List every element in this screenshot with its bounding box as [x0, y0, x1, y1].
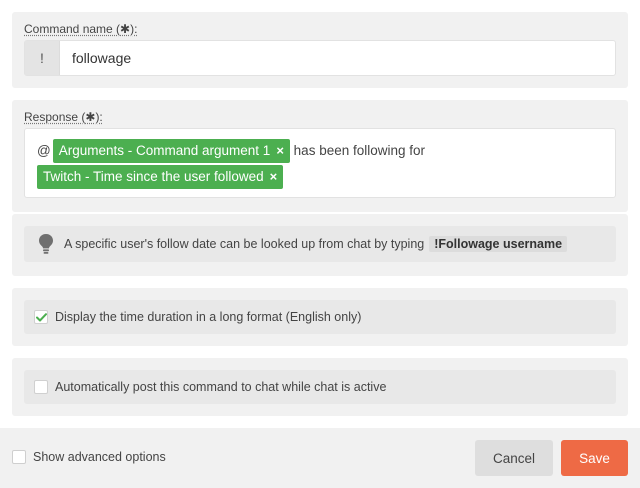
dialog-footer: Show advanced options Cancel Save — [0, 428, 640, 488]
response-editor[interactable]: @ Arguments - Command argument 1 × has bee… — [24, 128, 616, 198]
command-name-label: Command name (✱): — [24, 22, 138, 36]
remove-token-icon[interactable]: × — [270, 169, 278, 184]
required-asterisk: ✱ — [85, 110, 96, 124]
response-middle-text: has been following for — [293, 143, 426, 158]
command-name-value[interactable]: followage — [60, 41, 131, 75]
tip-text: A specific user's follow date can be loo… — [64, 237, 425, 251]
response-section: Response (✱): @ Arguments - Command argum… — [12, 100, 628, 212]
remove-token-icon[interactable]: × — [276, 143, 284, 158]
response-label: Response (✱): — [24, 110, 103, 124]
tip-section: A specific user's follow date can be loo… — [12, 214, 628, 276]
required-asterisk: ✱ — [120, 22, 131, 36]
command-prefix: ! — [25, 41, 60, 75]
long-format-label[interactable]: Display the time duration in a long form… — [55, 310, 361, 324]
long-format-checkbox[interactable] — [34, 310, 48, 324]
command-name-input[interactable]: ! followage — [24, 40, 616, 76]
auto-post-label[interactable]: Automatically post this command to chat … — [55, 380, 386, 394]
long-format-option[interactable]: Display the time duration in a long form… — [24, 300, 616, 334]
tip-command-code: !Followage username — [429, 236, 568, 252]
variable-token-followtime[interactable]: Twitch - Time since the user followed × — [37, 165, 284, 189]
save-button[interactable]: Save — [561, 440, 628, 476]
auto-post-section: Automatically post this command to chat … — [12, 358, 628, 416]
long-format-section: Display the time duration in a long form… — [12, 288, 628, 346]
show-advanced-label[interactable]: Show advanced options — [33, 450, 166, 464]
show-advanced-option[interactable]: Show advanced options — [12, 450, 166, 464]
command-name-section: Command name (✱): ! followage — [12, 12, 628, 88]
checkmark-icon — [35, 312, 47, 321]
auto-post-checkbox[interactable] — [34, 380, 48, 394]
lightbulb-icon — [39, 234, 53, 254]
auto-post-option[interactable]: Automatically post this command to chat … — [24, 370, 616, 404]
response-at-text: @ — [37, 143, 51, 158]
cancel-button[interactable]: Cancel — [475, 440, 553, 476]
show-advanced-checkbox[interactable] — [12, 450, 26, 464]
tip-box: A specific user's follow date can be loo… — [24, 226, 616, 262]
variable-token-argument[interactable]: Arguments - Command argument 1 × — [52, 139, 290, 163]
